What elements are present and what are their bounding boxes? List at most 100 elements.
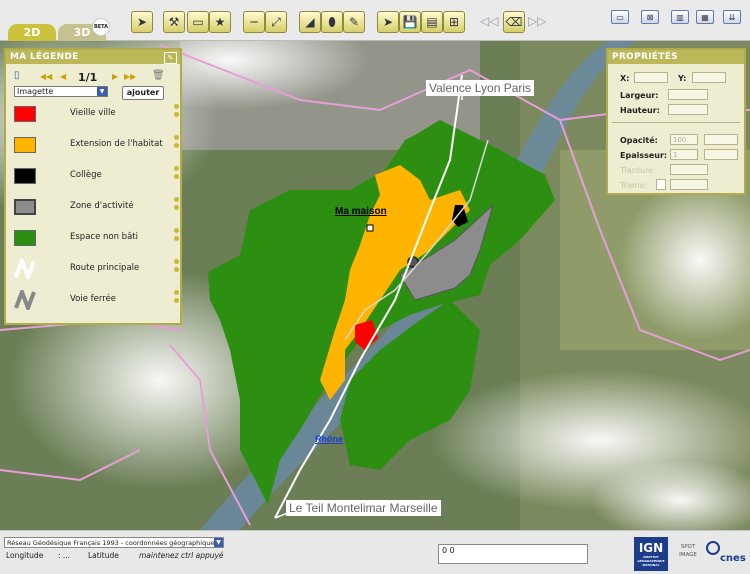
legend-swatch bbox=[14, 230, 36, 246]
x-input[interactable] bbox=[634, 72, 668, 83]
legend-pager: 1/1 bbox=[78, 71, 98, 84]
prev-page-icon[interactable]: ◀ bbox=[60, 72, 66, 81]
export-icon: ⊞ bbox=[448, 15, 460, 29]
y-input[interactable] bbox=[692, 72, 726, 83]
first-page-icon[interactable]: ◀◀ bbox=[40, 72, 52, 81]
export-button[interactable]: ⊞ bbox=[443, 11, 465, 33]
legend-item-controls[interactable] bbox=[174, 259, 180, 279]
projection-value: Réseau Géodésique Français 1993 - coordo… bbox=[7, 539, 218, 547]
download-icon: ⇊ bbox=[728, 12, 736, 22]
divider bbox=[612, 122, 740, 123]
add-button[interactable]: ajouter bbox=[122, 86, 164, 100]
print-button[interactable]: ▤ bbox=[421, 11, 443, 33]
freehand-tool-button[interactable]: ✎ bbox=[343, 11, 365, 33]
status-bar: Réseau Géodésique Français 1993 - coordo… bbox=[0, 530, 750, 574]
legend-item-label: Extension de l'habitat bbox=[70, 139, 163, 149]
legend-item[interactable]: Espace non bâti bbox=[12, 228, 180, 248]
opacity-input[interactable]: 100 bbox=[670, 134, 698, 145]
legend-item-controls[interactable] bbox=[174, 135, 180, 155]
cursor-icon: ➤ bbox=[136, 15, 148, 29]
shading-label: Tiardure: bbox=[620, 166, 656, 175]
ellipse-tool-button[interactable]: ⬮ bbox=[321, 11, 343, 33]
thickness-input[interactable]: 1 bbox=[670, 149, 698, 160]
road-line-icon bbox=[14, 259, 36, 279]
legend-item-label: Vieille ville bbox=[70, 108, 116, 118]
tab-2d[interactable]: 2D bbox=[8, 24, 56, 41]
legend-item[interactable]: Collège bbox=[12, 166, 180, 186]
legend-item[interactable]: Voie ferrée bbox=[12, 290, 180, 310]
label-rhone[interactable]: Rhône bbox=[315, 434, 343, 444]
pointer-button[interactable]: ➤ bbox=[377, 11, 399, 33]
line-tool-button[interactable]: ─ bbox=[243, 11, 265, 33]
redo-icon[interactable]: ▷▷ bbox=[528, 14, 546, 28]
new-page-icon[interactable]: ▯ bbox=[14, 70, 20, 81]
legend-swatch bbox=[14, 168, 36, 184]
eraser-icon: ⌫ bbox=[505, 15, 523, 29]
star-tool-button[interactable]: ★ bbox=[209, 11, 231, 33]
properties-title: PROPRIÉTÉS bbox=[608, 50, 744, 64]
polyline-icon: ⤢ bbox=[271, 14, 281, 29]
ign-logo-subtitle: INSTITUT GÉOGRAPHIQUE NATIONAL bbox=[637, 555, 665, 567]
legend-item-controls[interactable] bbox=[174, 290, 180, 310]
rectangle-tool-button[interactable]: ▭ bbox=[187, 11, 209, 33]
window-button-4[interactable]: ▦ bbox=[696, 10, 714, 24]
projection-select[interactable]: Réseau Géodésique Français 1993 - coordo… bbox=[4, 537, 224, 548]
pointer-icon: ➤ bbox=[382, 15, 394, 29]
save-button[interactable]: 💾 bbox=[399, 11, 421, 33]
shading-input[interactable] bbox=[670, 164, 708, 175]
trash-icon[interactable]: 🗑 bbox=[152, 70, 165, 81]
width-label: Largeur: bbox=[620, 91, 659, 100]
legend-swatch bbox=[14, 137, 36, 153]
layer-select-value: Imagette bbox=[17, 87, 54, 96]
legend-item-controls[interactable] bbox=[174, 228, 180, 248]
legend-item-label: Voie ferrée bbox=[70, 294, 116, 304]
window-button-2[interactable]: ⊠ bbox=[641, 10, 659, 24]
pencil-icon[interactable]: ✎ bbox=[164, 52, 177, 64]
label-south: Le Teil Montelimar Marseille bbox=[286, 500, 441, 516]
legend-item-label: Zone d'activité bbox=[70, 201, 134, 211]
legend-item[interactable]: Route principale bbox=[12, 259, 180, 279]
legend-panel: MA LÉGENDE ✎ ▯ ◀◀ ◀ 1/1 ▶ ▶▶ 🗑 Imagette … bbox=[4, 48, 182, 325]
legend-item-label: Espace non bâti bbox=[70, 232, 138, 242]
legend-item-controls[interactable] bbox=[174, 104, 180, 124]
label-ma-maison: Ma maison bbox=[335, 206, 387, 217]
opacity-select[interactable] bbox=[704, 134, 738, 145]
frame-input[interactable] bbox=[670, 179, 708, 190]
opacity-label: Opacité: bbox=[620, 136, 658, 145]
hand-tool-button[interactable]: ⚒ bbox=[163, 11, 185, 33]
cnes-logo-icon bbox=[706, 541, 720, 555]
label-north: Valence Lyon Paris bbox=[426, 80, 535, 96]
legend-item[interactable]: Zone d'activité bbox=[12, 197, 180, 217]
legend-item-label: Route principale bbox=[70, 263, 140, 273]
legend-item[interactable]: Vieille ville bbox=[12, 104, 180, 124]
screen-icon: ▭ bbox=[616, 12, 624, 22]
height-input[interactable] bbox=[668, 104, 708, 115]
window-button-3[interactable]: ▥ bbox=[671, 10, 689, 24]
legend-item-controls[interactable] bbox=[174, 197, 180, 217]
cnes-logo-text: cnes bbox=[720, 553, 746, 564]
hammer-icon: ⚒ bbox=[168, 15, 180, 29]
next-page-icon[interactable]: ▶ bbox=[112, 72, 118, 81]
thickness-select[interactable] bbox=[704, 149, 738, 160]
width-input[interactable] bbox=[668, 89, 708, 100]
last-page-icon[interactable]: ▶▶ bbox=[124, 72, 136, 81]
thickness-label: Epaisseur: bbox=[620, 151, 668, 160]
window-button-5[interactable]: ⇊ bbox=[723, 10, 741, 24]
select-tool-button[interactable]: ➤ bbox=[131, 11, 153, 33]
frame-checkbox[interactable] bbox=[656, 179, 666, 190]
coords-field[interactable]: 0 0 bbox=[438, 544, 588, 564]
window-button-1[interactable]: ▭ bbox=[611, 10, 629, 24]
latitude-label: Latitude bbox=[88, 551, 119, 560]
polyline-tool-button[interactable]: ⤢ bbox=[265, 11, 287, 33]
legend-item-controls[interactable] bbox=[174, 166, 180, 186]
eraser-button[interactable]: ⌫ bbox=[503, 11, 525, 33]
longitude-value: : ... bbox=[58, 551, 71, 560]
ellipse-icon: ⬮ bbox=[328, 14, 336, 29]
rail-line-icon bbox=[14, 290, 36, 310]
legend-item[interactable]: Extension de l'habitat bbox=[12, 135, 180, 155]
layer-select[interactable]: Imagette ▼ bbox=[14, 86, 108, 97]
undo-icon[interactable]: ◁◁ bbox=[480, 14, 498, 28]
polygon-tool-button[interactable]: ◢ bbox=[299, 11, 321, 33]
star-icon: ★ bbox=[214, 15, 226, 29]
chevron-down-icon: ▼ bbox=[214, 538, 223, 547]
